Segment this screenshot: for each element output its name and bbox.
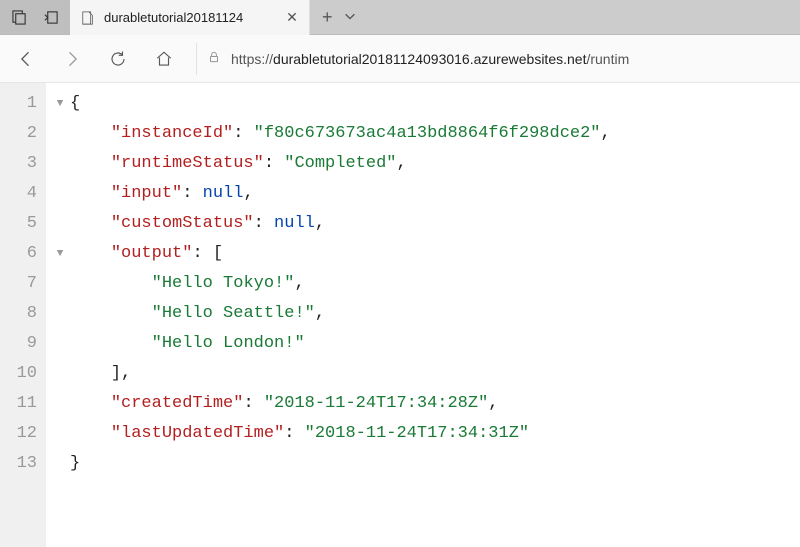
home-button[interactable] — [150, 45, 178, 73]
token-pun: : — [284, 419, 304, 449]
tab-title: durabletutorial20181124 — [104, 10, 275, 25]
token-pun: : — [233, 119, 253, 149]
token-pun: : — [243, 389, 263, 419]
url-path: /runtim — [586, 51, 629, 67]
token-nul: null — [203, 179, 244, 209]
titlebar: durabletutorial20181124 ✕ + — [0, 0, 800, 35]
token-pun: : — [182, 179, 202, 209]
token-key: "customStatus" — [111, 209, 254, 239]
code-line: "lastUpdatedTime": "2018-11-24T17:34:31Z… — [52, 419, 800, 449]
fold-toggle-icon[interactable]: ▼ — [52, 89, 68, 119]
token-str: "Hello London!" — [152, 329, 305, 359]
code-line: ], — [52, 359, 800, 389]
token-pun: { — [70, 89, 80, 119]
code-line: ▼ "output": [ — [52, 239, 800, 269]
token-str: "Completed" — [284, 149, 396, 179]
lock-icon — [207, 50, 221, 67]
token-pun: : — [254, 209, 274, 239]
token-key: "createdTime" — [111, 389, 244, 419]
line-number: 3 — [0, 149, 37, 179]
close-tab-icon[interactable]: ✕ — [283, 9, 301, 27]
forward-button[interactable] — [58, 45, 86, 73]
code-line: "customStatus": null, — [52, 209, 800, 239]
new-tab-icon[interactable]: + — [322, 7, 333, 28]
line-number: 12 — [0, 419, 37, 449]
token-str: "2018-11-24T17:34:31Z" — [305, 419, 529, 449]
token-pun: , — [315, 299, 325, 329]
back-button[interactable] — [12, 45, 40, 73]
tabs-dropdown-icon[interactable] — [343, 9, 357, 26]
url-host: durabletutorial20181124093016.azurewebsi… — [273, 51, 586, 67]
refresh-button[interactable] — [104, 45, 132, 73]
line-number: 11 — [0, 389, 37, 419]
code-line: "runtimeStatus": "Completed", — [52, 149, 800, 179]
token-key: "output" — [111, 239, 193, 269]
token-key: "lastUpdatedTime" — [111, 419, 284, 449]
token-pun: , — [315, 209, 325, 239]
code-area[interactable]: ▼{ "instanceId": "f80c673673ac4a13bd8864… — [46, 83, 800, 547]
code-line: ▼{ — [52, 89, 800, 119]
token-nul: null — [274, 209, 315, 239]
token-pun: , — [488, 389, 498, 419]
token-pun: : [ — [192, 239, 223, 269]
page-icon — [80, 10, 96, 26]
tab-actions: + — [310, 0, 369, 34]
code-line: "createdTime": "2018-11-24T17:34:28Z", — [52, 389, 800, 419]
url-scheme: https:// — [231, 51, 273, 67]
token-pun: : — [264, 149, 284, 179]
line-number: 9 — [0, 329, 37, 359]
token-key: "runtimeStatus" — [111, 149, 264, 179]
token-pun: , — [294, 269, 304, 299]
window-controls — [0, 0, 70, 34]
token-key: "input" — [111, 179, 182, 209]
code-line: "input": null, — [52, 179, 800, 209]
line-number: 1 — [0, 89, 37, 119]
token-pun: , — [396, 149, 406, 179]
token-str: "Hello Seattle!" — [152, 299, 315, 329]
code-line: "Hello Seattle!", — [52, 299, 800, 329]
set-aside-tabs-icon[interactable] — [38, 4, 64, 30]
code-line: "instanceId": "f80c673673ac4a13bd8864f6f… — [52, 119, 800, 149]
code-line: "Hello Tokyo!", — [52, 269, 800, 299]
fold-toggle-icon[interactable]: ▼ — [52, 239, 68, 269]
code-line: "Hello London!" — [52, 329, 800, 359]
token-str: "Hello Tokyo!" — [152, 269, 295, 299]
tabs-aside-icon[interactable] — [6, 4, 32, 30]
line-gutter: 12345678910111213 — [0, 83, 46, 547]
url-text: https://durabletutorial20181124093016.az… — [231, 51, 629, 67]
line-number: 2 — [0, 119, 37, 149]
line-number: 4 — [0, 179, 37, 209]
token-pun: , — [601, 119, 611, 149]
line-number: 7 — [0, 269, 37, 299]
line-number: 6 — [0, 239, 37, 269]
token-str: "f80c673673ac4a13bd8864f6f298dce2" — [254, 119, 601, 149]
line-number: 8 — [0, 299, 37, 329]
nav-toolbar: https://durabletutorial20181124093016.az… — [0, 35, 800, 83]
token-pun: ], — [111, 359, 131, 389]
json-viewer: 12345678910111213 ▼{ "instanceId": "f80c… — [0, 83, 800, 547]
line-number: 10 — [0, 359, 37, 389]
token-pun: , — [243, 179, 253, 209]
line-number: 13 — [0, 449, 37, 479]
address-bar[interactable]: https://durabletutorial20181124093016.az… — [196, 43, 788, 75]
token-pun: } — [70, 449, 80, 479]
token-key: "instanceId" — [111, 119, 233, 149]
code-line: } — [52, 449, 800, 479]
browser-tab[interactable]: durabletutorial20181124 ✕ — [70, 0, 310, 35]
line-number: 5 — [0, 209, 37, 239]
token-str: "2018-11-24T17:34:28Z" — [264, 389, 488, 419]
